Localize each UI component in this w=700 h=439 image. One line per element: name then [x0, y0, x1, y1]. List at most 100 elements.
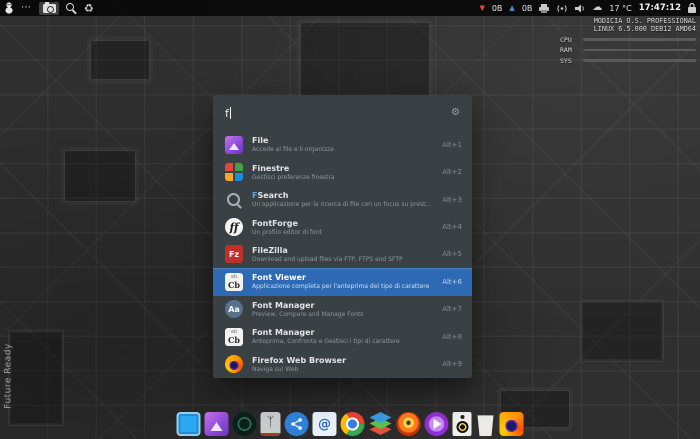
launcher-item-finestre[interactable]: Finestre Gestisci preferenze finestra Al…: [213, 158, 472, 185]
network-up-value: 0B: [522, 4, 533, 13]
item-text: FontForge Un profilo editor di font: [252, 219, 433, 236]
dock-share-icon[interactable]: [285, 412, 309, 436]
font-viewer-app-icon: [225, 273, 243, 291]
circuit-chip: [90, 40, 150, 80]
item-title: Font Viewer: [252, 273, 433, 282]
dock-files-icon[interactable]: [205, 412, 229, 436]
sys-bar-row: SYS: [560, 57, 696, 65]
network-down-icon: ▼: [479, 5, 484, 12]
launcher-item-fontforge[interactable]: FontForge Un profilo editor di font Alt+…: [213, 213, 472, 240]
layers-middle-shape: [370, 418, 392, 429]
ram-label: RAM: [560, 46, 580, 54]
network-down-value: 0B: [492, 4, 503, 13]
item-title: Firefox Web Browser: [252, 356, 433, 365]
launcher-item-fsearch[interactable]: FSearch Un'applicazione per la ricerca d…: [213, 186, 472, 213]
launcher-search[interactable]: f ⚙: [213, 95, 472, 131]
screenshot-button[interactable]: [39, 2, 59, 15]
item-subtitle: Applicazione completa per l'anteprima de…: [252, 283, 433, 290]
dock-media-player-icon[interactable]: [425, 412, 449, 436]
firefox-app-icon: [225, 355, 243, 373]
dock-speaker-box-icon[interactable]: [453, 412, 472, 436]
temperature-label: 17 °C: [609, 4, 631, 13]
shortcut-label: Alt+4: [442, 223, 462, 231]
search-input[interactable]: f: [225, 107, 229, 120]
desktop: Future Ready ⋯ ♻ ▼ 0B ▲ 0B ☁ 17 °C 17:47…: [0, 0, 700, 439]
item-text: Font Manager Preview, Compare and Manage…: [252, 301, 433, 318]
printer-icon[interactable]: [539, 4, 549, 13]
camera-icon: [43, 4, 56, 13]
ram-bar: [583, 49, 696, 52]
launcher-item-font-manager-1[interactable]: Font Manager Preview, Compare and Manage…: [213, 296, 472, 323]
launcher-item-filezilla[interactable]: FileZilla Download and upload files via …: [213, 241, 472, 268]
cpu-bar-row: CPU: [560, 36, 696, 44]
launcher-item-font-manager-2[interactable]: Font Manager Anteprima, Confronta e Gest…: [213, 323, 472, 350]
fontforge-app-icon: [225, 218, 243, 236]
shortcut-label: Alt+7: [442, 305, 462, 313]
shortcut-label: Alt+1: [442, 141, 462, 149]
font-manager-square-app-icon: [225, 328, 243, 346]
item-text: FSearch Un'applicazione per la ricerca d…: [252, 191, 433, 208]
item-text: Font Viewer Applicazione completa per l'…: [252, 273, 433, 290]
shortcut-label: Alt+6: [442, 278, 462, 286]
fsearch-app-icon: [225, 191, 243, 209]
shortcut-label: Alt+5: [442, 250, 462, 258]
dock-layers-icon[interactable]: [369, 412, 393, 436]
launcher-item-file[interactable]: File Accede ai file e li organizza Alt+1: [213, 131, 472, 158]
launcher-item-firefox[interactable]: Firefox Web Browser Naviga sul Web Alt+9: [213, 351, 472, 378]
cpu-label: CPU: [560, 36, 580, 44]
launcher-item-font-viewer[interactable]: Font Viewer Applicazione completa per l'…: [213, 268, 472, 295]
item-title: File: [252, 136, 433, 145]
dock-chrome-icon[interactable]: [341, 412, 365, 436]
item-title: FileZilla: [252, 246, 433, 255]
volume-icon[interactable]: [575, 4, 585, 13]
item-title: FSearch: [252, 191, 433, 200]
dock-mail-icon[interactable]: [313, 412, 337, 436]
dock-xnview-icon[interactable]: [397, 412, 421, 436]
shortcut-label: Alt+9: [442, 360, 462, 368]
top-panel: ⋯ ♻ ▼ 0B ▲ 0B ☁ 17 °C 17:47:12: [0, 0, 700, 16]
files-app-icon: [225, 136, 243, 154]
item-subtitle: Naviga sul Web: [252, 366, 433, 373]
menu-icon[interactable]: [4, 2, 14, 14]
system-monitor-subtitle: LINUX 6.5.000 DEB12 AMD64: [560, 25, 696, 33]
dock-screen-recorder-icon[interactable]: [233, 412, 257, 436]
dock-usb-drive-icon[interactable]: [261, 412, 281, 436]
windows-app-icon: [225, 163, 243, 181]
sys-label: SYS: [560, 57, 580, 65]
item-text: File Accede ai file e li organizza: [252, 136, 433, 153]
dock-trash-icon[interactable]: [476, 412, 496, 436]
search-icon[interactable]: [66, 3, 77, 14]
circuit-chip: [580, 300, 664, 362]
circuit-chip: [8, 330, 64, 426]
item-subtitle: Preview, Compare and Manage Fonts: [252, 311, 433, 318]
panel-right: ▼ 0B ▲ 0B ☁ 17 °C 17:47:12: [479, 0, 696, 16]
item-text: Firefox Web Browser Naviga sul Web: [252, 356, 433, 373]
network-up-icon: ▲: [509, 5, 514, 12]
launcher-results: File Accede ai file e li organizza Alt+1…: [213, 131, 472, 378]
circuit-chip: [64, 150, 136, 202]
cast-icon[interactable]: [556, 4, 568, 13]
recycle-icon[interactable]: ♻: [84, 3, 94, 14]
item-text: Font Manager Anteprima, Confronta e Gest…: [252, 328, 433, 345]
item-subtitle: Un profilo editor di font: [252, 229, 433, 236]
share-glyph: [290, 417, 304, 431]
item-text: Finestre Gestisci preferenze finestra: [252, 164, 433, 181]
text-caret: [230, 107, 231, 119]
ram-bar-row: RAM: [560, 46, 696, 54]
app-launcher: f ⚙ File Accede ai file e li organizza A…: [213, 95, 472, 378]
font-manager-circle-app-icon: [225, 300, 243, 318]
item-title: Font Manager: [252, 301, 433, 310]
gear-icon[interactable]: ⚙: [451, 108, 460, 118]
dock: [177, 412, 524, 436]
weather-cloud-icon[interactable]: ☁: [592, 3, 602, 13]
clock-label[interactable]: 17:47:12: [639, 3, 681, 13]
dock-firefox-icon[interactable]: [500, 412, 524, 436]
item-subtitle: Anteprima, Confronta e Gestisci i tipi d…: [252, 338, 433, 345]
dock-desktop-icon[interactable]: [177, 412, 201, 436]
wallpaper-watermark: Future Ready: [4, 343, 14, 408]
item-title: Finestre: [252, 164, 433, 173]
lock-icon[interactable]: [688, 3, 696, 13]
overflow-menu-icon[interactable]: ⋯: [21, 3, 32, 13]
item-subtitle: Un'applicazione per la ricerca di file c…: [252, 201, 433, 208]
shortcut-label: Alt+8: [442, 333, 462, 341]
